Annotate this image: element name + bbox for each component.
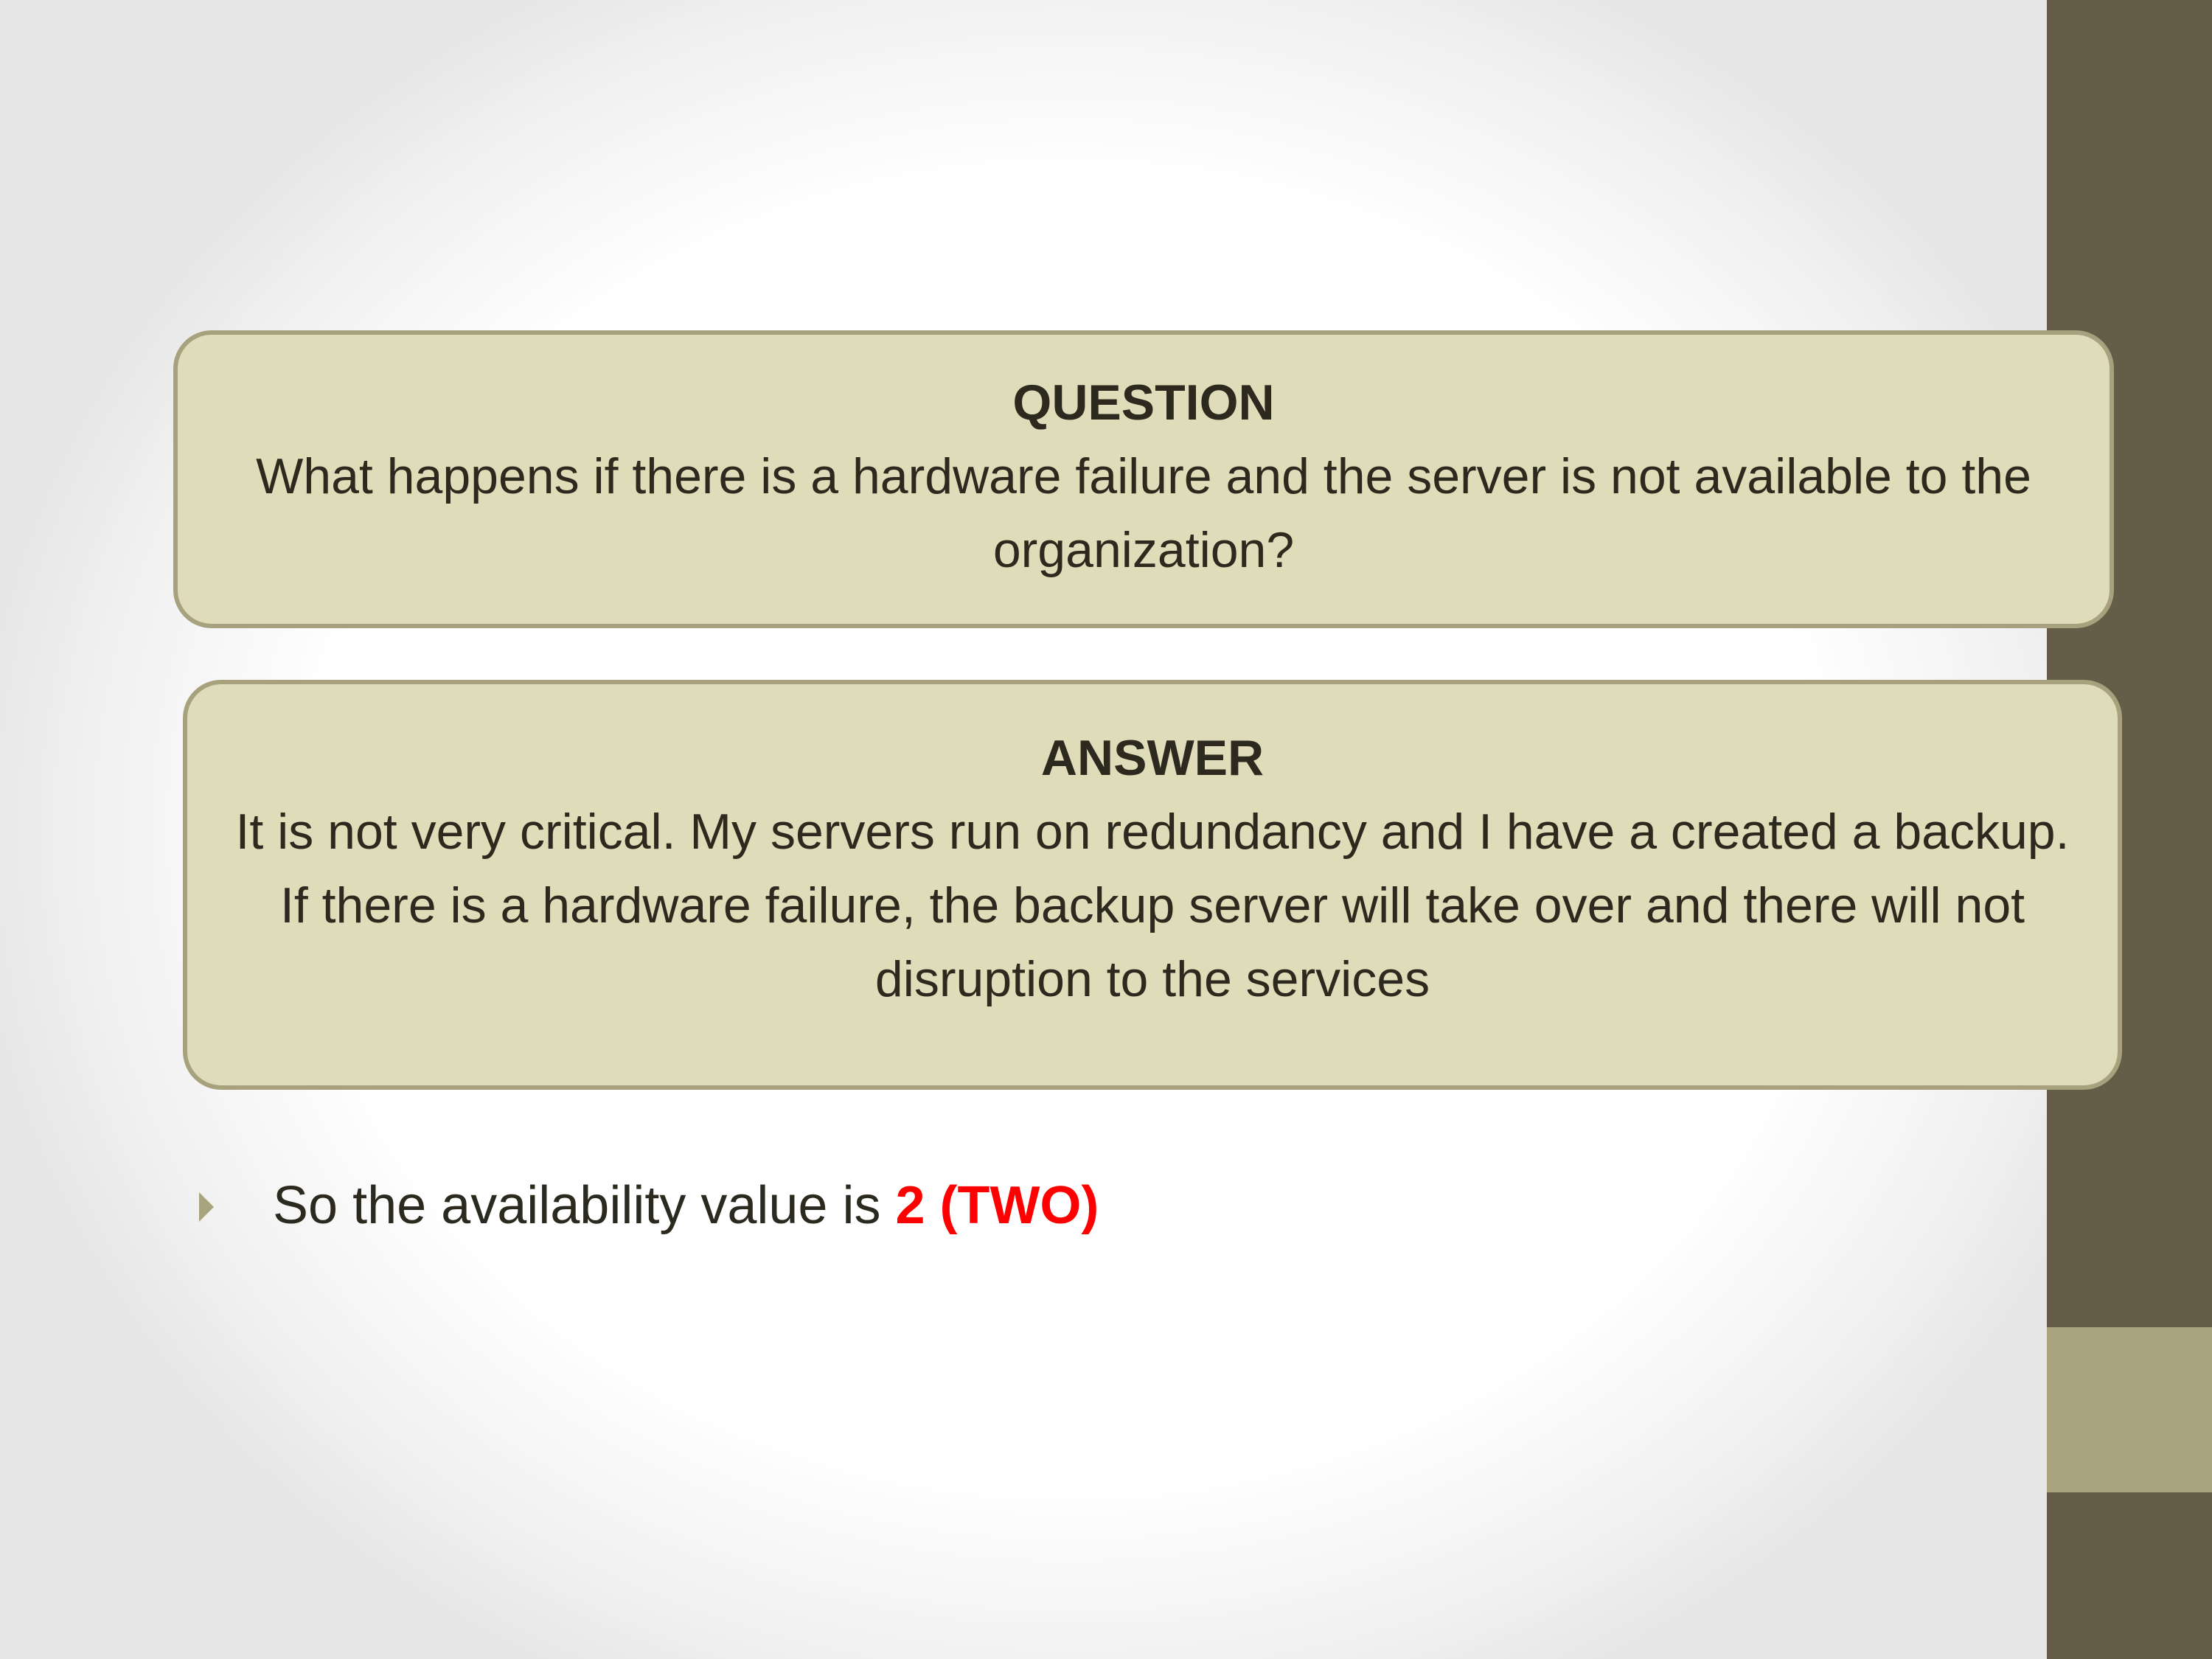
answer-text: It is not very critical. My servers run …	[235, 804, 2070, 1007]
question-box: QUESTION What happens if there is a hard…	[173, 330, 2114, 628]
availability-value: 2 (TWO)	[895, 1176, 1099, 1235]
question-text: What happens if there is a hardware fail…	[256, 448, 2031, 578]
bullet-item: So the availability value is 2 (TWO)	[199, 1169, 1099, 1242]
answer-heading: ANSWER	[1040, 730, 1265, 786]
side-decoration-accent	[2047, 1327, 2212, 1492]
bullet-text: So the availability value is	[273, 1176, 881, 1235]
answer-box: ANSWER It is not very critical. My serve…	[183, 680, 2122, 1090]
bullet-triangle-icon	[199, 1192, 214, 1222]
question-heading: QUESTION	[1012, 375, 1275, 431]
